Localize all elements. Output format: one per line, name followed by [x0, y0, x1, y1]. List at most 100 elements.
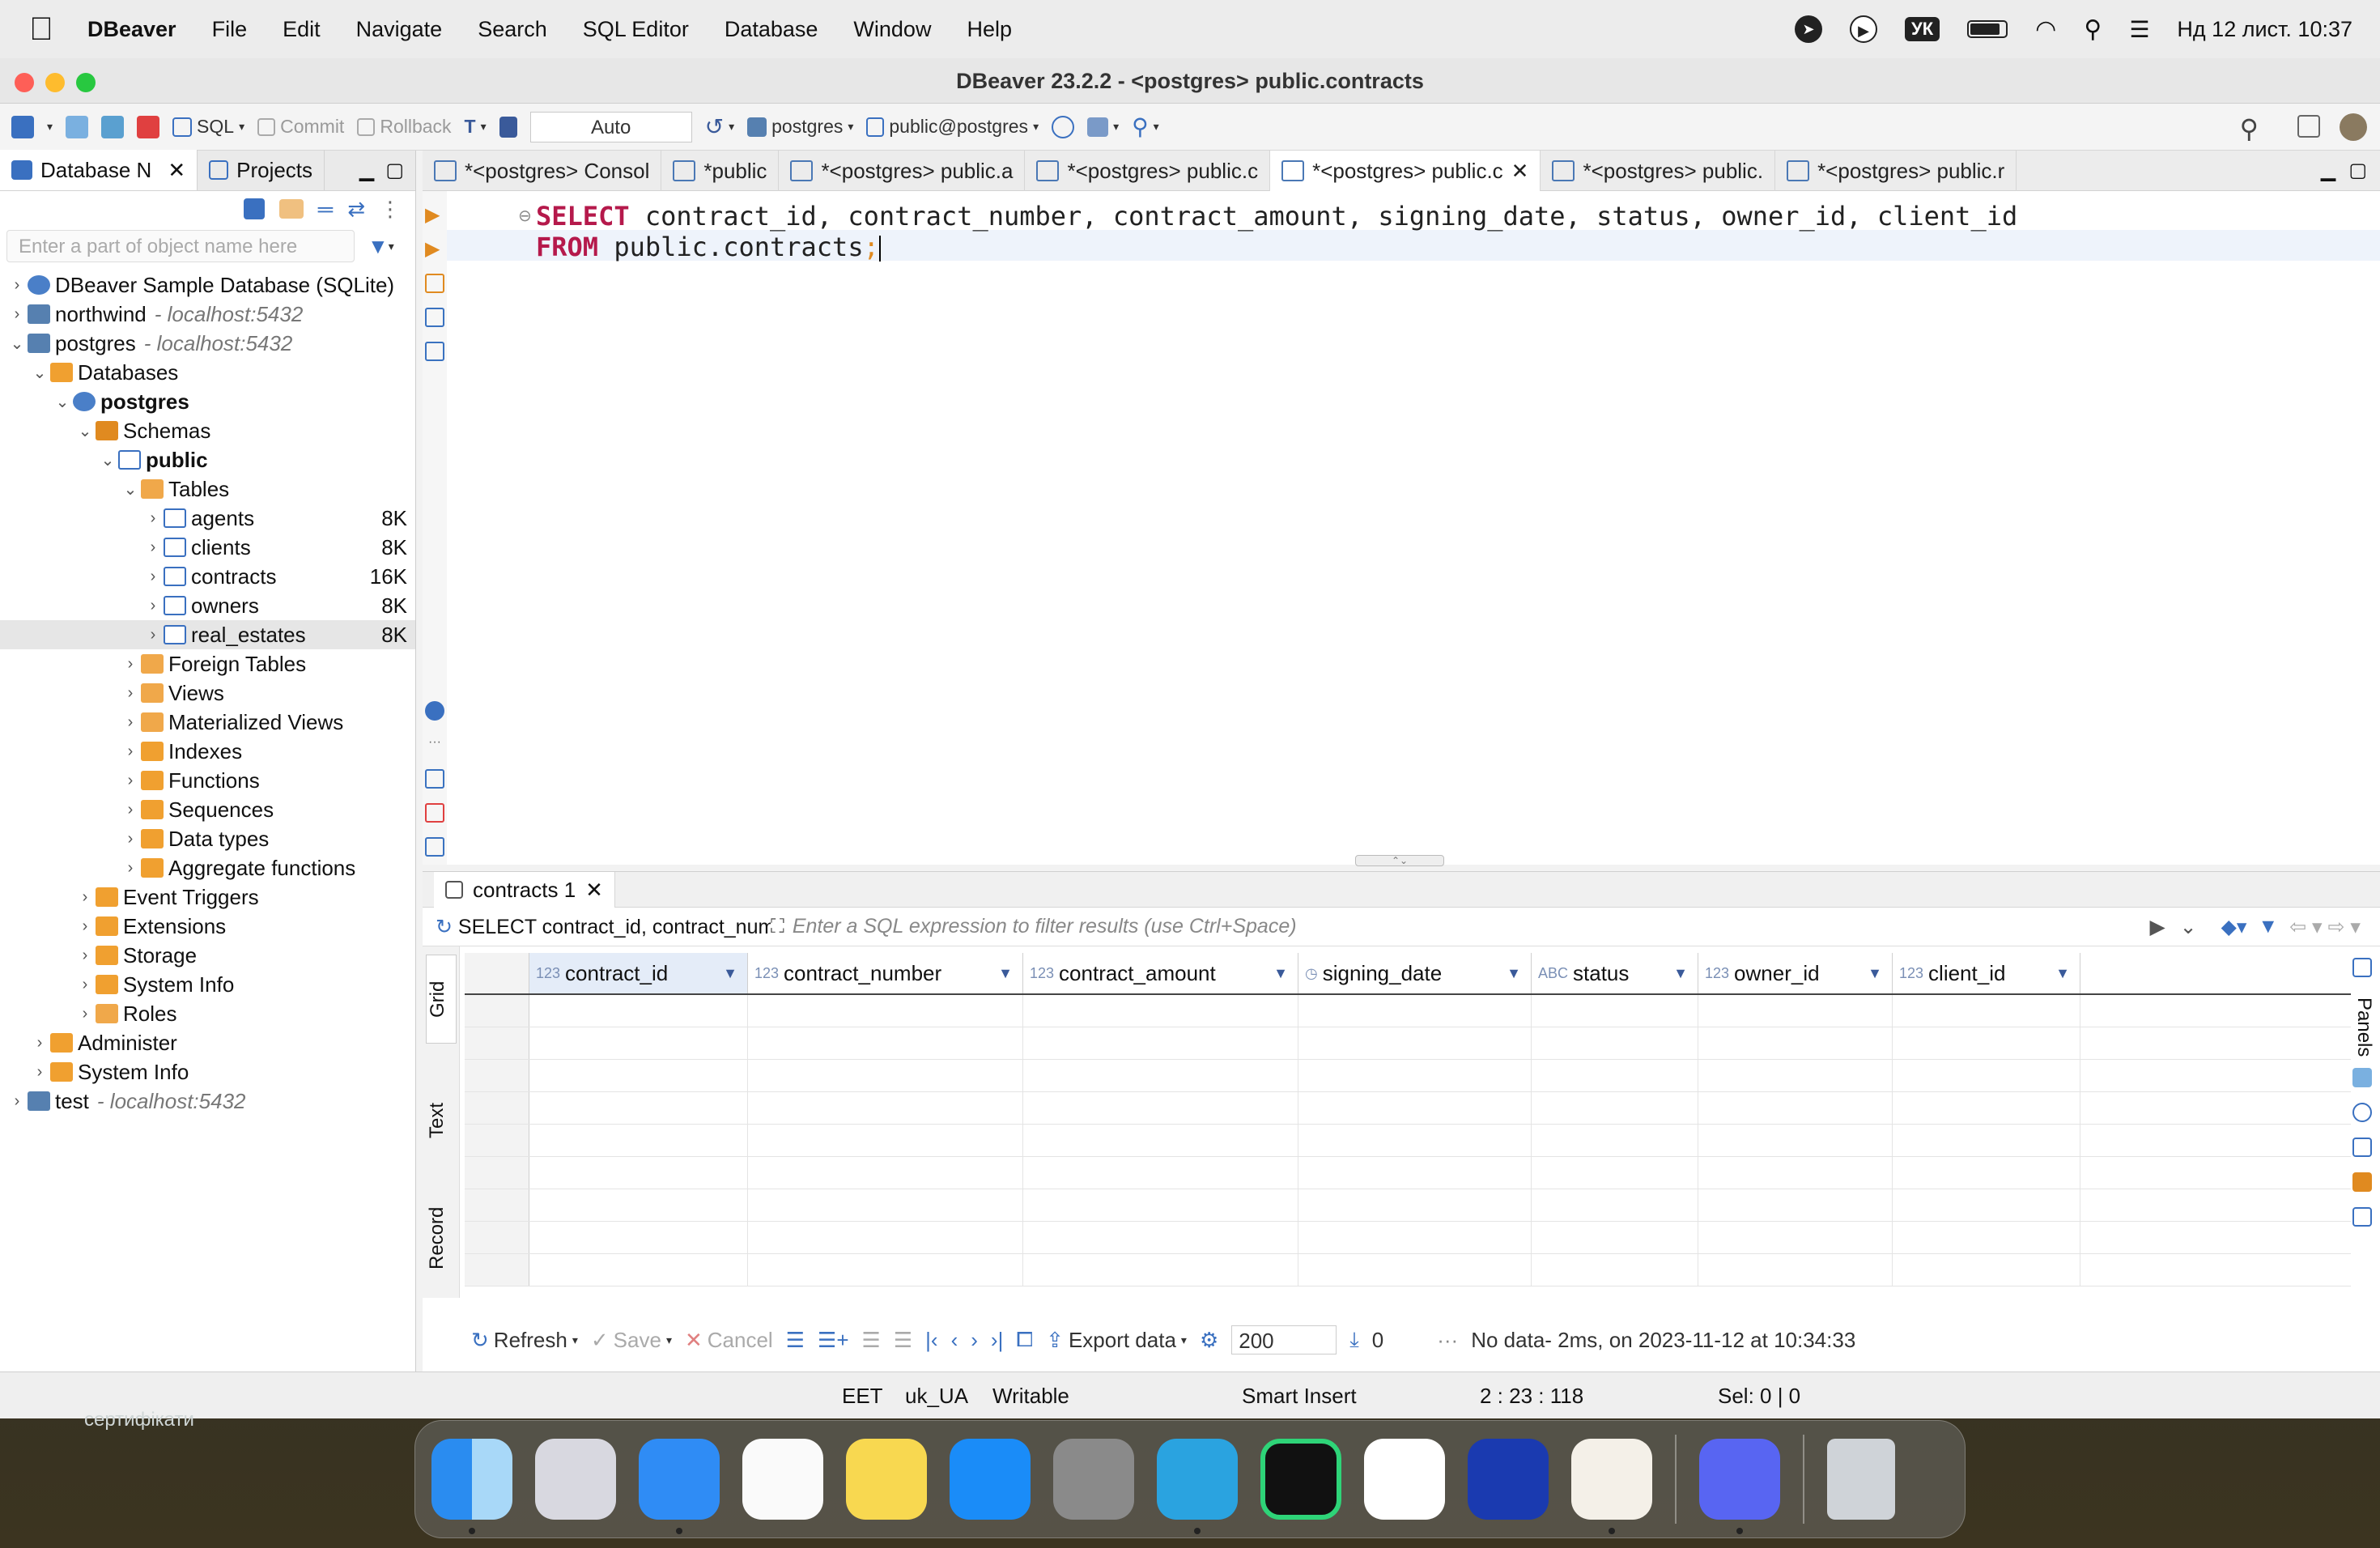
row-number-cell[interactable]: [465, 1189, 529, 1221]
column-menu-icon[interactable]: ▼: [2055, 965, 2070, 982]
rollback-button[interactable]: Rollback: [357, 116, 452, 138]
tree-node[interactable]: ⌄ postgres - localhost:5432: [0, 329, 415, 358]
query-preview[interactable]: ↻ SELECT contract_id, contract_number: [423, 915, 771, 939]
tree-node[interactable]: › Storage: [0, 941, 415, 970]
link-with-editor-icon[interactable]: ⇄: [347, 197, 365, 222]
row-number-cell[interactable]: [465, 1125, 529, 1156]
search-tools-button[interactable]: ⚲ ▾: [1132, 113, 1159, 140]
menu-app-name[interactable]: DBeaver: [87, 17, 176, 42]
expand-arrow-icon[interactable]: ›: [29, 1034, 50, 1053]
row-number-cell[interactable]: [465, 1254, 529, 1286]
cancel-button[interactable]: ✕ Cancel: [685, 1328, 773, 1353]
table-row[interactable]: [465, 1060, 2351, 1092]
grid-cell[interactable]: [1698, 1189, 1893, 1221]
editor-tab[interactable]: *public: [661, 151, 780, 191]
notes-icon[interactable]: [846, 1439, 927, 1520]
settings-gear-icon[interactable]: [425, 701, 444, 721]
tab-record[interactable]: Record: [426, 1189, 457, 1286]
value-viewer-icon[interactable]: [2352, 1068, 2372, 1088]
expand-arrow-icon[interactable]: ›: [74, 1005, 96, 1023]
metadata-icon[interactable]: [2352, 1103, 2372, 1123]
grid-cell[interactable]: [1893, 1125, 2080, 1156]
close-icon[interactable]: ✕: [585, 872, 603, 908]
expand-arrow-icon[interactable]: ›: [6, 305, 28, 324]
filter-history-icon[interactable]: ⌄: [2180, 915, 2197, 939]
panels-label[interactable]: Panels: [2352, 997, 2375, 1057]
pycharm-icon[interactable]: [1260, 1439, 1341, 1520]
tree-node[interactable]: › Foreign Tables: [0, 649, 415, 678]
execute-statement-icon[interactable]: ▶: [425, 206, 444, 225]
grid-cell[interactable]: [1698, 1157, 1893, 1189]
zoom-window-icon[interactable]: [76, 73, 96, 92]
results-filter-input[interactable]: Enter a SQL expression to filter results…: [793, 915, 2150, 938]
table-row[interactable]: [465, 1157, 2351, 1189]
export-icon[interactable]: [425, 769, 444, 789]
tree-node[interactable]: › clients 8K: [0, 533, 415, 562]
grid-cell[interactable]: [1298, 1125, 1532, 1156]
tree-node[interactable]: › northwind - localhost:5432: [0, 300, 415, 329]
tree-node[interactable]: › Data types: [0, 824, 415, 853]
grid-cell[interactable]: [748, 1092, 1023, 1124]
new-folder-icon[interactable]: [278, 199, 304, 219]
grid-cell[interactable]: [529, 1254, 748, 1286]
expand-arrow-icon[interactable]: ›: [120, 684, 141, 703]
grid-cell[interactable]: [1023, 995, 1298, 1027]
grid-cell[interactable]: [1698, 1254, 1893, 1286]
sql-editor-button[interactable]: SQL ▾: [172, 116, 244, 138]
grid-cell[interactable]: [1532, 1027, 1698, 1059]
navigator-filter-input[interactable]: Enter a part of object name here: [6, 230, 355, 262]
grid-cell[interactable]: [1532, 1092, 1698, 1124]
grid-cell[interactable]: [748, 1254, 1023, 1286]
grid-cell[interactable]: [1298, 1060, 1532, 1091]
tree-node[interactable]: › Materialized Views: [0, 708, 415, 737]
grid-cell[interactable]: [1023, 1189, 1298, 1221]
grid-cell[interactable]: [1532, 1222, 1698, 1253]
row-number-cell[interactable]: [465, 1222, 529, 1253]
grid-cell[interactable]: [529, 1092, 748, 1124]
wifi-icon[interactable]: ◠: [2035, 15, 2056, 44]
grid-cell[interactable]: [1532, 1157, 1698, 1189]
tree-node[interactable]: › Aggregate functions: [0, 853, 415, 882]
grid-cell[interactable]: [1023, 1060, 1298, 1091]
grid-cell[interactable]: [1532, 1189, 1698, 1221]
filter-settings-icon[interactable]: ▼: [2258, 915, 2278, 938]
grid-cell[interactable]: [529, 995, 748, 1027]
system-settings-icon[interactable]: [1053, 1439, 1134, 1520]
editor-tab[interactable]: *<postgres> public.c ✕: [1270, 151, 1541, 191]
safari-icon[interactable]: [639, 1439, 720, 1534]
grid-cell[interactable]: [748, 1222, 1023, 1253]
tree-node[interactable]: ⌄ Schemas: [0, 416, 415, 445]
reconnect-icon[interactable]: [101, 115, 125, 138]
expand-arrow-icon[interactable]: ›: [120, 742, 141, 761]
expand-arrow-icon[interactable]: ⌄: [74, 421, 96, 441]
expand-arrow-icon[interactable]: ⌄: [120, 479, 141, 500]
tree-node[interactable]: › System Info: [0, 1057, 415, 1087]
grid-cell[interactable]: [529, 1222, 748, 1253]
navigate-back-icon[interactable]: ⇦ ▾ ⇨ ▾: [2289, 915, 2361, 939]
more-icon[interactable]: ···: [425, 735, 444, 755]
grid-cell[interactable]: [1893, 1060, 2080, 1091]
grid-cell[interactable]: [529, 1125, 748, 1156]
grid-cell[interactable]: [1023, 1027, 1298, 1059]
menu-search[interactable]: Search: [478, 17, 547, 42]
more-options-icon[interactable]: ⋮: [380, 197, 401, 222]
grid-cell[interactable]: [1023, 1222, 1298, 1253]
references-icon[interactable]: [2352, 1207, 2372, 1227]
editor-tab[interactable]: *<postgres> public.c: [1025, 151, 1271, 191]
expand-arrow-icon[interactable]: ›: [142, 568, 164, 586]
tree-node[interactable]: › DBeaver Sample Database (SQLite): [0, 270, 415, 300]
column-menu-icon[interactable]: ▼: [723, 965, 737, 982]
editor-tab[interactable]: *<postgres> public.a: [779, 151, 1026, 191]
filter-icon[interactable]: ▼: [368, 234, 389, 259]
grid-cell[interactable]: [748, 1125, 1023, 1156]
launchpad-icon[interactable]: [535, 1439, 616, 1520]
tree-node[interactable]: ⌄ postgres: [0, 387, 415, 416]
grid-cell[interactable]: [1893, 995, 2080, 1027]
tree-node[interactable]: › System Info: [0, 970, 415, 999]
delete-row-icon[interactable]: ☰: [894, 1328, 912, 1353]
more-icon[interactable]: ···: [1437, 1328, 1458, 1353]
desktop-folder-label[interactable]: сертифікати: [84, 1409, 194, 1431]
menu-file[interactable]: File: [212, 17, 248, 42]
grid-cell[interactable]: [748, 1060, 1023, 1091]
expand-arrow-icon[interactable]: ›: [6, 276, 28, 295]
